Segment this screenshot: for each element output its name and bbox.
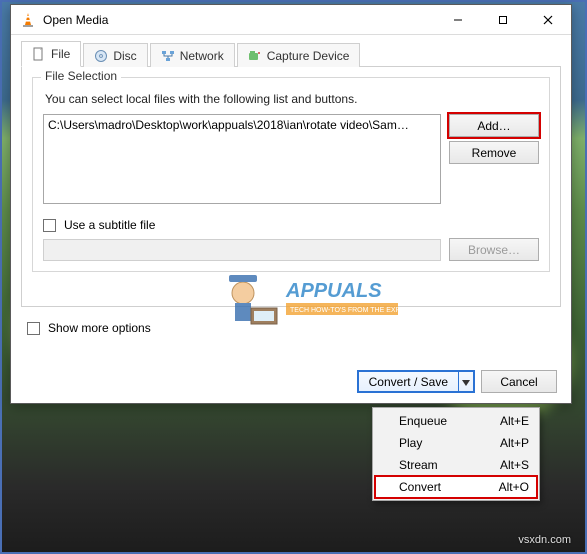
menu-shortcut: Alt+E	[500, 414, 529, 428]
button-label: Remove	[472, 146, 517, 160]
minimize-button[interactable]	[435, 5, 480, 34]
file-selection-desc: You can select local files with the foll…	[45, 92, 539, 106]
vlc-cone-icon	[20, 12, 36, 28]
chevron-down-icon	[462, 375, 470, 389]
convert-save-button[interactable]: Convert / Save	[358, 371, 458, 392]
show-more-checkbox[interactable]	[27, 322, 40, 335]
svg-text:TECH HOW-TO'S FROM THE EXPERTS: TECH HOW-TO'S FROM THE EXPERTS	[290, 307, 401, 314]
file-selection-group: File Selection You can select local file…	[32, 77, 550, 272]
button-label: Browse…	[468, 243, 520, 257]
menu-shortcut: Alt+P	[500, 436, 529, 450]
button-label: Cancel	[500, 375, 537, 389]
group-legend: File Selection	[41, 69, 121, 83]
show-more-label: Show more options	[48, 321, 151, 335]
tab-page-file: File Selection You can select local file…	[21, 67, 561, 307]
dialog-buttons: Convert / Save Cancel	[357, 370, 557, 393]
tab-label: Network	[180, 49, 224, 63]
show-more-row: Show more options	[27, 321, 561, 335]
file-list[interactable]: C:\Users\madro\Desktop\work\appuals\2018…	[43, 114, 441, 204]
remove-button[interactable]: Remove	[449, 141, 539, 164]
menu-label: Stream	[399, 458, 438, 472]
network-icon	[161, 49, 175, 63]
disc-icon	[94, 49, 108, 63]
source-tabs: File Disc Network Capture Device	[21, 41, 561, 67]
convert-save-split-button[interactable]: Convert / Save	[357, 370, 475, 393]
subtitle-path-input	[43, 239, 441, 261]
tab-capture[interactable]: Capture Device	[237, 43, 361, 67]
tab-label: Disc	[113, 49, 136, 63]
convert-save-menu: Enqueue Alt+E Play Alt+P Stream Alt+S Co…	[372, 407, 540, 501]
menu-item-convert[interactable]: Convert Alt+O	[375, 476, 537, 498]
maximize-button[interactable]	[480, 5, 525, 34]
open-media-window: Open Media File Disc	[10, 4, 572, 404]
tab-file[interactable]: File	[21, 41, 81, 67]
browse-subtitle-button: Browse…	[449, 238, 539, 261]
use-subtitle-label: Use a subtitle file	[64, 218, 155, 232]
button-label: Add…	[477, 119, 510, 133]
tab-network[interactable]: Network	[150, 43, 235, 67]
list-item[interactable]: C:\Users\madro\Desktop\work\appuals\2018…	[48, 118, 436, 132]
menu-shortcut: Alt+O	[499, 480, 529, 494]
capture-icon	[248, 49, 262, 63]
close-button[interactable]	[525, 5, 571, 34]
client-area: File Disc Network Capture Device	[11, 35, 571, 403]
menu-item-stream[interactable]: Stream Alt+S	[375, 454, 537, 476]
tab-disc[interactable]: Disc	[83, 43, 147, 67]
menu-label: Convert	[399, 480, 441, 494]
cancel-button[interactable]: Cancel	[481, 370, 557, 393]
add-button[interactable]: Add…	[449, 114, 539, 137]
use-subtitle-checkbox[interactable]	[43, 219, 56, 232]
window-title: Open Media	[43, 13, 435, 27]
menu-shortcut: Alt+S	[500, 458, 529, 472]
titlebar: Open Media	[11, 5, 571, 35]
menu-item-play[interactable]: Play Alt+P	[375, 432, 537, 454]
menu-label: Play	[399, 436, 422, 450]
tab-label: File	[51, 47, 70, 61]
page-watermark: vsxdn.com	[518, 534, 571, 546]
convert-save-caret[interactable]	[458, 371, 474, 392]
file-icon	[32, 47, 46, 61]
tab-label: Capture Device	[267, 49, 350, 63]
menu-label: Enqueue	[399, 414, 447, 428]
menu-item-enqueue[interactable]: Enqueue Alt+E	[375, 410, 537, 432]
button-label: Convert / Save	[369, 375, 448, 389]
